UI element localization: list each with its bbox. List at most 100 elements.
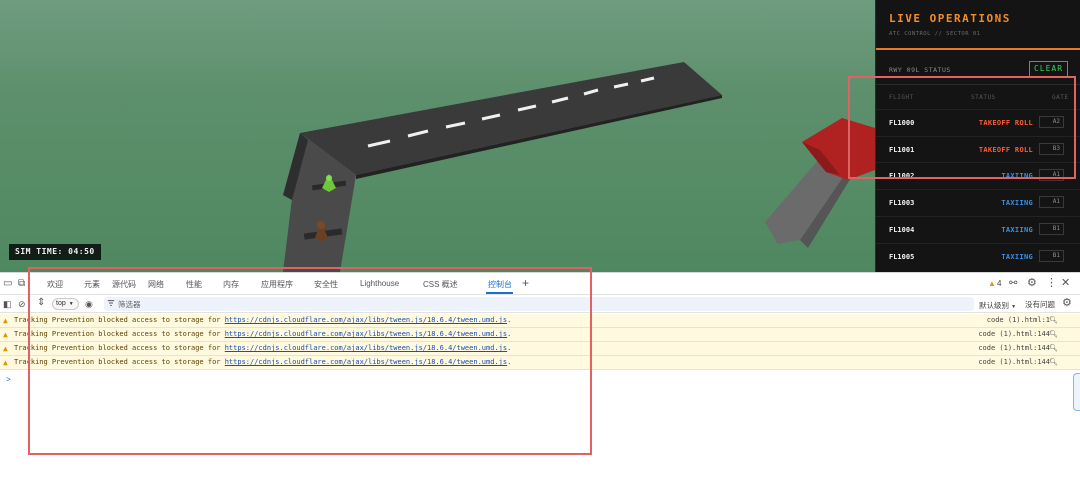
expand-icon[interactable]: ⇕ bbox=[37, 298, 45, 308]
warning-text: Tracking Prevention blocked access to st… bbox=[14, 330, 225, 338]
warning-suffix: . bbox=[507, 316, 512, 324]
flight-gate: A1 bbox=[1039, 196, 1064, 209]
devtools-tab-bar: ▭ ⧉ 欢迎 元素 源代码 网络 性能 内存 应用程序 安全性 Lighthou… bbox=[0, 273, 1080, 295]
flight-id: FL1004 bbox=[889, 225, 915, 234]
tab-application[interactable]: 应用程序 bbox=[261, 279, 293, 290]
warning-text: Tracking Prevention blocked access to st… bbox=[14, 344, 225, 352]
devtools-panel: ▭ ⧉ 欢迎 元素 源代码 网络 性能 内存 应用程序 安全性 Lighthou… bbox=[0, 272, 1080, 486]
warning-count[interactable]: 4 bbox=[997, 279, 1001, 289]
warning-url-link[interactable]: https://cdnjs.cloudflare.com/ajax/libs/t… bbox=[225, 330, 507, 338]
warning-text: Tracking Prevention blocked access to st… bbox=[14, 316, 225, 324]
console-warning-row: ▲ Tracking Prevention blocked access to s… bbox=[0, 314, 1080, 328]
tab-security[interactable]: 安全性 bbox=[314, 279, 338, 290]
warning-triangle-icon[interactable]: ▲ bbox=[988, 279, 996, 289]
source-link[interactable]: code (1).html:144 bbox=[978, 342, 1050, 355]
close-icon[interactable]: ✕ bbox=[1061, 278, 1070, 289]
tab-lighthouse[interactable]: Lighthouse bbox=[360, 279, 399, 288]
flight-gate: A2 bbox=[1039, 116, 1064, 128]
scrollbar-handle[interactable] bbox=[1073, 373, 1080, 411]
tab-welcome[interactable]: 欢迎 bbox=[47, 279, 63, 290]
flight-row[interactable]: FL1005 TAXIING B1 bbox=[876, 242, 1080, 269]
chevron-down-icon: ▼ bbox=[1011, 304, 1017, 310]
gear-icon[interactable]: ⚙ bbox=[1027, 278, 1037, 289]
console-settings-gear-icon[interactable]: ⚙ bbox=[1062, 298, 1072, 309]
flight-id: FL1005 bbox=[889, 252, 915, 261]
warning-triangle-icon: ▲ bbox=[3, 316, 8, 325]
flight-id: FL1002 bbox=[889, 172, 915, 181]
add-tab-icon[interactable]: + bbox=[522, 277, 529, 289]
warning-message: Tracking Prevention blocked access to st… bbox=[14, 356, 511, 369]
warning-url-link[interactable]: https://cdnjs.cloudflare.com/ajax/libs/t… bbox=[225, 358, 507, 366]
source-link[interactable]: code (1).html:144 bbox=[978, 356, 1050, 369]
eye-icon[interactable]: ◉ bbox=[85, 299, 93, 309]
warning-url-link[interactable]: https://cdnjs.cloudflare.com/ajax/libs/t… bbox=[225, 344, 507, 352]
runway-label: RWY 09L STATUS bbox=[889, 66, 951, 74]
issues-button[interactable]: 没有问题 bbox=[1025, 299, 1055, 310]
warning-message: Tracking Prevention blocked access to st… bbox=[14, 342, 511, 355]
filter-placeholder: 筛选器 bbox=[118, 300, 141, 309]
more-options-icon[interactable]: ⋮ bbox=[1046, 278, 1057, 289]
atc-title: LIVE OPERATIONS bbox=[889, 12, 1011, 25]
connection-icon[interactable]: ⚯ bbox=[1009, 279, 1017, 289]
tab-performance[interactable]: 性能 bbox=[186, 279, 202, 290]
flight-row[interactable]: FL1001 TAKEOFF ROLL B3 bbox=[876, 135, 1080, 162]
flight-row[interactable]: FL1003 TAXIING A1 bbox=[876, 189, 1080, 215]
warning-url-link[interactable]: https://cdnjs.cloudflare.com/ajax/libs/t… bbox=[225, 316, 507, 324]
device-emulation-icon[interactable]: ▭ bbox=[3, 279, 12, 289]
column-flight: FLIGHT bbox=[889, 94, 914, 101]
flight-gate: A1 bbox=[1039, 169, 1064, 182]
clear-console-icon[interactable]: ⊘ bbox=[18, 299, 26, 309]
flight-id: FL1000 bbox=[889, 119, 915, 127]
tab-elements[interactable]: 元素 bbox=[84, 279, 100, 290]
warning-suffix: . bbox=[507, 330, 512, 338]
flight-gate: B1 bbox=[1039, 249, 1064, 262]
flight-row[interactable]: FL1004 TAXIING B1 bbox=[876, 215, 1080, 242]
active-tab-indicator bbox=[486, 292, 513, 294]
flight-row[interactable]: FL1002 TAXIING A1 bbox=[876, 162, 1080, 188]
airport-scene-graphic bbox=[283, 62, 875, 272]
filter-input[interactable]: 筛选器 bbox=[104, 297, 974, 311]
console-warning-row: ▲ Tracking Prevention blocked access to s… bbox=[0, 342, 1080, 356]
warning-triangle-icon: ▲ bbox=[3, 330, 8, 339]
flight-status: TAXIING bbox=[1001, 225, 1033, 234]
magnifier-icon[interactable]: 🔍︎ bbox=[1049, 356, 1058, 369]
flight-status: TAXIING bbox=[1001, 252, 1033, 261]
tab-console[interactable]: 控制台 bbox=[488, 279, 512, 290]
flight-id: FL1001 bbox=[889, 145, 915, 154]
context-select[interactable]: top ▼ bbox=[52, 298, 79, 310]
column-status: STATUS bbox=[971, 94, 996, 101]
log-level-value: 默认级别 bbox=[979, 301, 1009, 310]
flight-row[interactable]: FL1000 TAKEOFF ROLL A2 bbox=[876, 109, 1080, 135]
tab-memory[interactable]: 内存 bbox=[223, 279, 239, 290]
log-level-select[interactable]: 默认级别 ▼ bbox=[979, 300, 1016, 311]
console-toolbar: ◧ ⊘ ⇕ top ▼ ◉ 筛选器 默认级别 ▼ 没有问题 ⚙ bbox=[0, 295, 1080, 313]
sidebar-toggle-icon[interactable]: ◧ bbox=[3, 299, 12, 309]
magnifier-icon[interactable]: 🔍︎ bbox=[1049, 342, 1058, 355]
warning-suffix: . bbox=[507, 344, 512, 352]
flight-gate: B3 bbox=[1039, 142, 1064, 155]
runway bbox=[300, 62, 722, 175]
tab-sources[interactable]: 源代码 bbox=[112, 279, 136, 290]
runway-status-badge: CLEAR bbox=[1029, 61, 1068, 77]
column-gate: GATE bbox=[1052, 94, 1069, 101]
magnifier-icon[interactable]: 🔍︎ bbox=[1049, 314, 1058, 327]
flight-status: TAKEOFF ROLL bbox=[978, 145, 1033, 154]
warning-triangle-icon: ▲ bbox=[3, 344, 8, 353]
atc-subtitle: ATC CONTROL // SECTOR 01 bbox=[889, 31, 981, 37]
runway-status-row: RWY 09L STATUS CLEAR bbox=[876, 60, 1080, 80]
warning-triangle-icon: ▲ bbox=[3, 358, 8, 367]
console-prompt[interactable]: > bbox=[6, 375, 11, 384]
flight-status: TAXIING bbox=[1001, 199, 1033, 208]
magnifier-icon[interactable]: 🔍︎ bbox=[1049, 328, 1058, 341]
warning-message: Tracking Prevention blocked access to st… bbox=[14, 328, 511, 341]
source-link[interactable]: code (1).html:1 bbox=[987, 314, 1050, 327]
tab-network[interactable]: 网络 bbox=[148, 279, 164, 290]
control-tower bbox=[765, 118, 875, 248]
source-link[interactable]: code (1).html:144 bbox=[978, 328, 1050, 341]
flight-gate: B1 bbox=[1039, 222, 1064, 235]
flight-id: FL1003 bbox=[889, 199, 915, 208]
warning-suffix: . bbox=[507, 358, 512, 366]
sim-time-readout: SIM TIME: 04:50 bbox=[9, 244, 101, 260]
tab-css-overview[interactable]: CSS 概述 bbox=[423, 279, 458, 290]
inspect-element-icon[interactable]: ⧉ bbox=[18, 279, 25, 289]
